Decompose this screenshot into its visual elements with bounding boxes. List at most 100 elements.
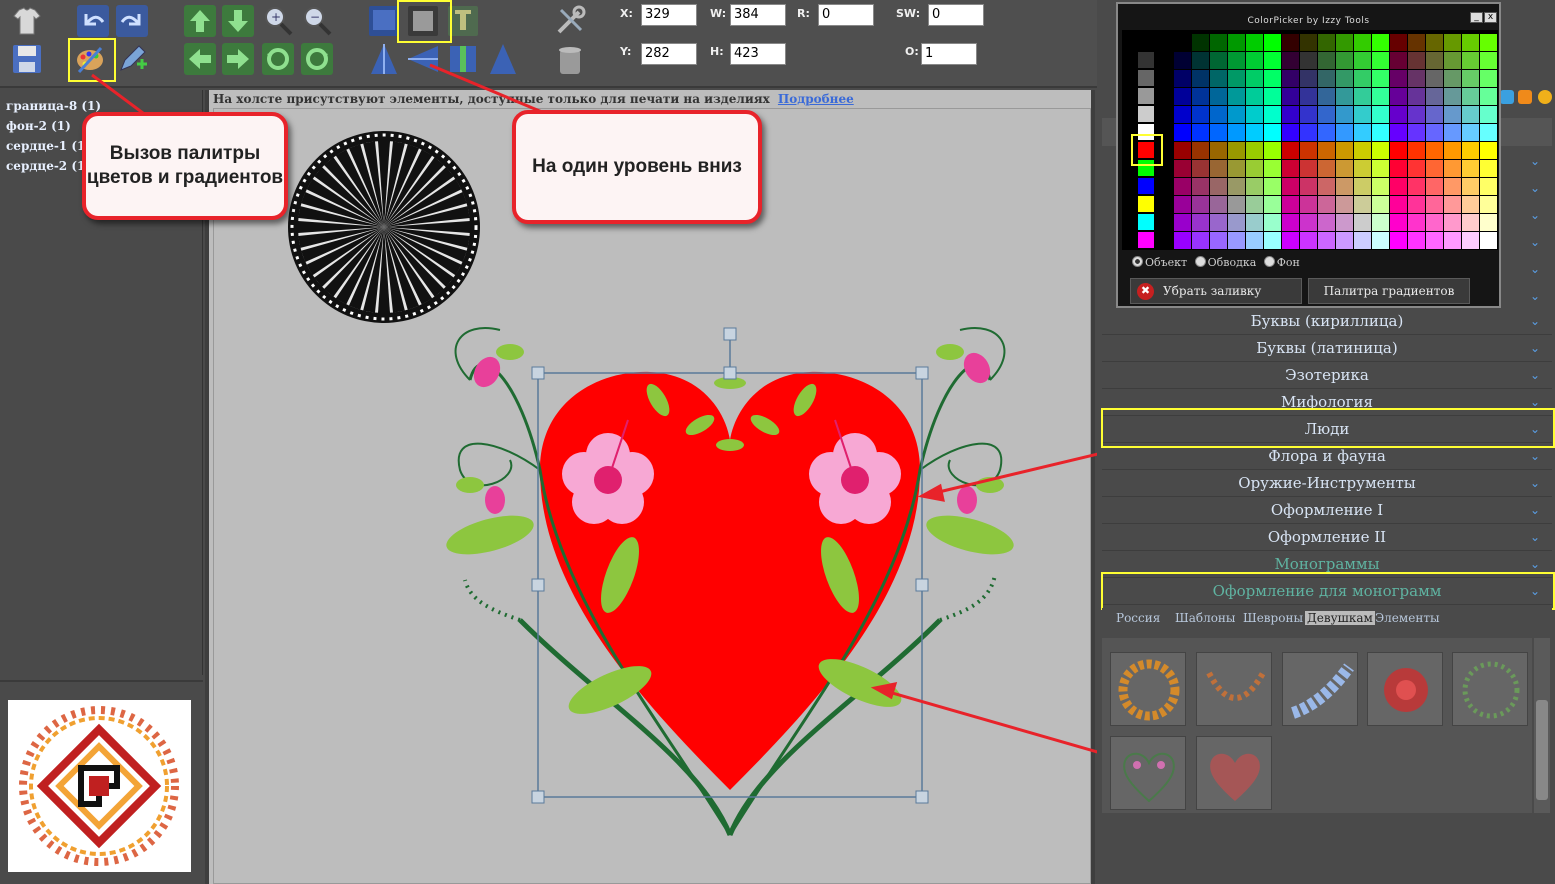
chevron-down-icon[interactable]: ⌄ [1530,208,1540,222]
thumbnail-green-wreath[interactable] [1452,652,1528,726]
color-swatch [1246,232,1263,249]
color-swatch [1210,88,1227,105]
flip-vertical-icon[interactable] [367,42,401,76]
category-item[interactable]: Оружие-Инструменты ⌄ [1102,470,1552,497]
color-swatch [1408,70,1425,87]
remove-fill-button[interactable]: ✖ Убрать заливку [1130,278,1302,304]
zoom-out-icon[interactable]: − [300,4,334,38]
align-top-icon[interactable] [446,4,480,38]
w-input[interactable]: 384 [730,4,786,26]
x-label: X: [620,7,633,20]
o-input[interactable]: 1 [921,43,977,65]
thumbnail-heart-floral[interactable] [1110,736,1186,810]
send-back-one-level-icon[interactable] [406,4,440,38]
color-swatch [1228,34,1245,51]
color-swatch [1318,106,1335,123]
color-swatch [1426,142,1443,159]
scrollbar-thumb[interactable] [1536,700,1548,800]
category-item[interactable]: Оформление I ⌄ [1102,497,1552,524]
radio-stroke[interactable] [1194,256,1206,267]
thumbnail-floral[interactable] [1196,652,1272,726]
tab-elements[interactable]: Элементы [1375,611,1440,625]
thumbnail-wreath[interactable] [1110,652,1186,726]
tab-russia[interactable]: Россия [1116,611,1160,625]
color-swatch [1408,88,1425,105]
y-input[interactable]: 282 [641,43,697,65]
category-item-monogram-design[interactable]: Оформление для монограмм ⌄ [1102,578,1552,605]
layer-item[interactable]: фон-2 (1) [6,119,71,133]
thumbnail-blue-floral[interactable] [1282,652,1358,726]
color-swatch [1354,88,1371,105]
social-icon-1[interactable] [1500,90,1514,104]
tab-chevrons[interactable]: Шевроны [1243,611,1303,625]
trash-icon[interactable] [553,42,587,76]
rotate-right-icon[interactable] [300,42,334,76]
chevron-down-icon[interactable]: ⌄ [1530,181,1540,195]
tab-for-girls[interactable]: Девушкам [1305,611,1375,625]
move-left-icon[interactable] [183,42,217,76]
bring-front-icon[interactable] [367,4,401,38]
x-input[interactable]: 329 [641,4,697,26]
category-item[interactable]: Эзотерика ⌄ [1102,362,1552,389]
sw-label: SW: [896,7,921,20]
color-swatch [1390,70,1407,87]
mail-icon[interactable] [1538,90,1552,104]
move-up-icon[interactable] [183,4,217,38]
chevron-down-icon[interactable]: ⌄ [1530,154,1540,168]
tshirt-icon[interactable] [10,4,44,38]
category-item-people[interactable]: Люди ⌄ [1102,416,1552,443]
color-swatch [1264,232,1281,249]
thumbnail-scrollbar[interactable] [1534,638,1550,813]
color-swatch [1444,88,1461,105]
gradient-palette-button[interactable]: Палитра градиентов [1308,278,1470,304]
color-swatch [1408,160,1425,177]
color-swatch-grid[interactable] [1122,30,1498,250]
redo-icon[interactable] [115,4,149,38]
layer-item[interactable]: сердце-2 (1) [6,159,91,173]
category-item[interactable]: Флора и фауна ⌄ [1102,443,1552,470]
color-swatch [1228,106,1245,123]
undo-icon[interactable] [76,4,110,38]
color-swatch [1282,214,1299,231]
social-icon-2[interactable] [1518,90,1532,104]
mirror-icon[interactable] [486,42,520,76]
flip-horizontal-icon[interactable] [406,42,440,76]
tab-templates[interactable]: Шаблоны [1175,611,1235,625]
category-item[interactable]: Буквы (кириллица) ⌄ [1102,308,1552,335]
more-link[interactable]: Подробнее [778,92,854,106]
thumbnail-red-roses[interactable] [1367,652,1443,726]
zoom-in-icon[interactable]: + [261,4,295,38]
move-right-icon[interactable] [221,42,255,76]
rotate-left-icon[interactable] [261,42,295,76]
color-swatch [1462,160,1479,177]
layer-item[interactable]: граница-8 (1) [6,99,101,113]
layer-item[interactable]: сердце-1 (1) [6,139,91,153]
category-item[interactable]: Монограммы ⌄ [1102,551,1552,578]
save-icon[interactable] [10,42,44,76]
color-swatch [1408,34,1425,51]
align-center-icon[interactable] [446,42,480,76]
category-item[interactable]: Оформление II ⌄ [1102,524,1552,551]
color-swatch [1444,214,1461,231]
move-down-icon[interactable] [221,4,255,38]
color-swatch [1192,70,1209,87]
color-swatch [1354,142,1371,159]
pencil-add-icon[interactable] [115,42,149,76]
category-item[interactable]: Мифология ⌄ [1102,389,1552,416]
r-input[interactable]: 0 [818,4,874,26]
thumbnail-red-heart[interactable] [1196,736,1272,810]
radio-background[interactable] [1263,256,1275,267]
category-item[interactable]: Буквы (латиница) ⌄ [1102,335,1552,362]
h-input[interactable]: 423 [730,43,786,65]
chevron-down-icon[interactable]: ⌄ [1530,262,1540,276]
palette-icon[interactable] [73,42,107,76]
color-swatch [1336,88,1353,105]
radio-object[interactable] [1132,256,1143,267]
tools-icon[interactable] [553,4,587,38]
chevron-down-icon[interactable]: ⌄ [1530,235,1540,249]
chevron-down-icon[interactable]: ⌄ [1530,289,1540,303]
sw-input[interactable]: 0 [928,4,984,26]
color-swatch [1480,34,1497,51]
color-swatch [1444,142,1461,159]
color-swatch [1390,178,1407,195]
